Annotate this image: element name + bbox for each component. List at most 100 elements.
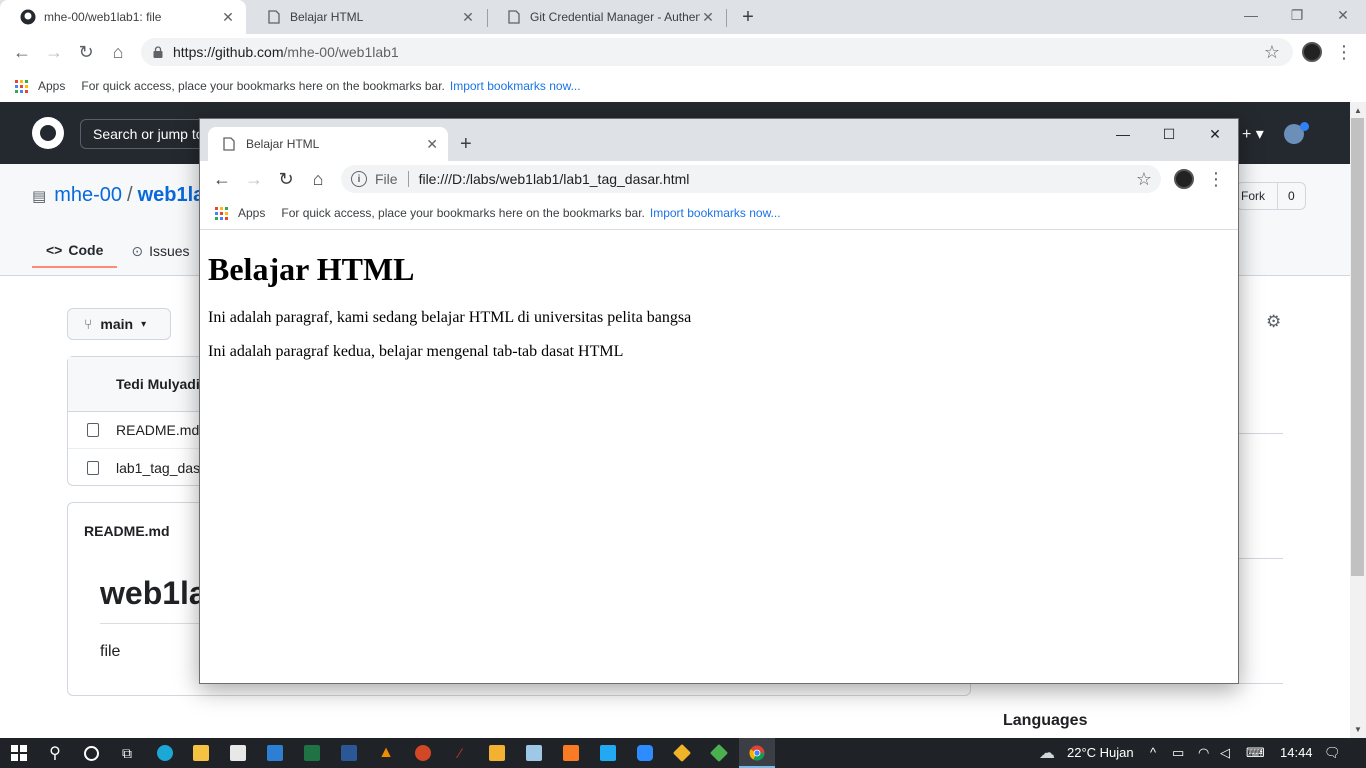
profile-avatar[interactable]	[1302, 42, 1322, 62]
page-icon	[223, 137, 235, 151]
windows-taskbar: ⚲ ⧉ ▲ ⁄ ☁ 22°C Hujan ^ ▭ ◠ ◁ ⌨ 14:44 🗨	[0, 738, 1366, 768]
forward-button[interactable]: →	[42, 40, 66, 64]
home-button[interactable]: ⌂	[306, 167, 330, 191]
info-icon[interactable]: i	[351, 171, 367, 187]
repo-tabs: <> Code ⊙ Issues	[32, 234, 204, 268]
chevron-up-icon[interactable]: ^	[1150, 745, 1156, 760]
vlc-icon[interactable]: ▲	[375, 742, 397, 764]
close-tab-icon[interactable]: ✕	[220, 9, 236, 25]
cortana-icon[interactable]	[80, 742, 102, 764]
page-paragraph: Ini adalah paragraf kedua, belajar menge…	[208, 343, 624, 360]
reload-button[interactable]: ↻	[274, 167, 298, 191]
store-icon[interactable]	[227, 742, 249, 764]
apps-grid-icon[interactable]	[15, 79, 28, 93]
main-tab-strip: mhe-00/web1lab1: file ✕ Belajar HTML ✕ G…	[0, 0, 1366, 34]
tab-git-credential[interactable]: Git Credential Manager - Authen ✕	[486, 0, 726, 34]
menu-kebab-icon[interactable]: ⋮	[1332, 40, 1356, 64]
menu-kebab-icon[interactable]: ⋮	[1204, 167, 1228, 191]
bookmark-star-icon[interactable]: ☆	[1260, 40, 1284, 64]
lock-icon	[153, 46, 163, 58]
mail-icon[interactable]	[264, 742, 286, 764]
tab-github-repo[interactable]: mhe-00/web1lab1: file ✕	[0, 0, 246, 34]
close-tab-icon[interactable]: ✕	[460, 9, 476, 25]
gear-icon[interactable]: ⚙	[1266, 312, 1281, 332]
popup-tab-strip: Belajar HTML ✕ + — ☐ ✕	[200, 119, 1238, 161]
minimize-button[interactable]: —	[1100, 123, 1146, 145]
notification-dot	[1300, 122, 1309, 131]
chrome-icon[interactable]	[746, 742, 768, 764]
close-window-button[interactable]: ✕	[1320, 0, 1366, 30]
issues-icon: ⊙	[131, 242, 144, 259]
git-gui-icon[interactable]	[708, 742, 730, 764]
page-icon	[266, 9, 282, 25]
popup-address-bar[interactable]: i File file:///D:/labs/web1lab1/lab1_tag…	[341, 165, 1161, 193]
import-bookmarks-link[interactable]: Import bookmarks now...	[450, 79, 581, 93]
windows-start-icon[interactable]	[8, 742, 30, 764]
clock[interactable]: 14:44	[1280, 745, 1313, 760]
file-name[interactable]: README.md	[116, 422, 199, 438]
keyboard-icon[interactable]: ⌨	[1246, 745, 1265, 761]
vscode-icon[interactable]	[597, 742, 619, 764]
url-path: /mhe-00/web1lab1	[283, 44, 399, 60]
file-explorer-icon[interactable]	[190, 742, 212, 764]
tab-issues[interactable]: ⊙ Issues	[117, 234, 203, 268]
new-tab-button[interactable]: +	[738, 6, 758, 28]
import-bookmarks-link[interactable]: Import bookmarks now...	[650, 206, 781, 220]
excel-icon[interactable]	[301, 742, 323, 764]
fork-button[interactable]: Fork 0	[1236, 182, 1306, 210]
zoom-icon[interactable]	[634, 742, 656, 764]
close-tab-icon[interactable]: ✕	[426, 136, 438, 153]
battery-icon[interactable]: ▭	[1172, 745, 1184, 761]
bookmarks-hint: For quick access, place your bookmarks h…	[81, 79, 445, 93]
popup-tab[interactable]: Belajar HTML ✕	[208, 127, 448, 161]
notification-icon[interactable]: 🗨	[1324, 745, 1341, 761]
page-icon	[506, 9, 522, 25]
rendered-page: Belajar HTML Ini adalah paragraf, kami s…	[208, 230, 1228, 377]
forward-button[interactable]: →	[242, 167, 266, 191]
volume-icon[interactable]: ◁	[1220, 745, 1230, 761]
repo-owner-link[interactable]: mhe-00	[54, 184, 122, 207]
powerpoint-icon[interactable]	[412, 742, 434, 764]
back-button[interactable]: ←	[10, 40, 34, 64]
apps-grid-icon[interactable]	[215, 206, 228, 220]
close-window-button[interactable]: ✕	[1192, 123, 1238, 145]
git-icon[interactable]	[671, 742, 693, 764]
weather-icon[interactable]: ☁	[1036, 742, 1058, 764]
bookmarks-hint: For quick access, place your bookmarks h…	[281, 206, 645, 220]
popup-url: file:///D:/labs/web1lab1/lab1_tag_dasar.…	[418, 171, 690, 187]
popup-bookmarks-bar: Apps For quick access, place your bookma…	[200, 197, 781, 229]
back-button[interactable]: ←	[210, 167, 234, 191]
file-icon	[87, 423, 99, 437]
minimize-button[interactable]: —	[1228, 0, 1274, 30]
profile-avatar[interactable]	[1174, 169, 1194, 189]
reload-button[interactable]: ↻	[74, 40, 98, 64]
notepad-icon[interactable]	[523, 742, 545, 764]
scrollbar-thumb[interactable]	[1351, 118, 1364, 576]
tab-belajar-html[interactable]: Belajar HTML ✕	[246, 0, 486, 34]
media-icon[interactable]	[486, 742, 508, 764]
branch-select[interactable]: ⑂ main ▾	[67, 308, 171, 340]
apps-label[interactable]: Apps	[38, 79, 65, 93]
home-button[interactable]: ⌂	[106, 40, 130, 64]
new-tab-button[interactable]: +	[460, 133, 472, 156]
wifi-icon[interactable]: ◠	[1198, 745, 1209, 761]
search-icon[interactable]: ⚲	[44, 742, 66, 764]
commit-author[interactable]: Tedi Mulyadi	[116, 376, 200, 392]
apps-label[interactable]: Apps	[238, 206, 265, 220]
bookmark-star-icon[interactable]: ☆	[1132, 167, 1156, 191]
close-tab-icon[interactable]: ✕	[700, 9, 716, 25]
task-view-icon[interactable]: ⧉	[116, 742, 138, 764]
scroll-up-icon[interactable]: ▲	[1351, 103, 1365, 117]
address-bar[interactable]: https://github.com/mhe-00/web1lab1	[141, 38, 1293, 66]
tab-code[interactable]: <> Code	[32, 234, 118, 268]
app-icon[interactable]: ⁄	[449, 742, 471, 764]
maximize-button[interactable]: ☐	[1146, 123, 1192, 145]
word-icon[interactable]	[338, 742, 360, 764]
restore-button[interactable]: ❐	[1274, 0, 1320, 30]
github-logo-icon[interactable]	[32, 117, 64, 149]
create-new-button[interactable]: + ▾	[1242, 124, 1264, 144]
edge-icon[interactable]	[154, 742, 176, 764]
weather-text[interactable]: 22°C Hujan	[1067, 745, 1134, 760]
xampp-icon[interactable]	[560, 742, 582, 764]
scroll-down-icon[interactable]: ▼	[1351, 722, 1365, 736]
